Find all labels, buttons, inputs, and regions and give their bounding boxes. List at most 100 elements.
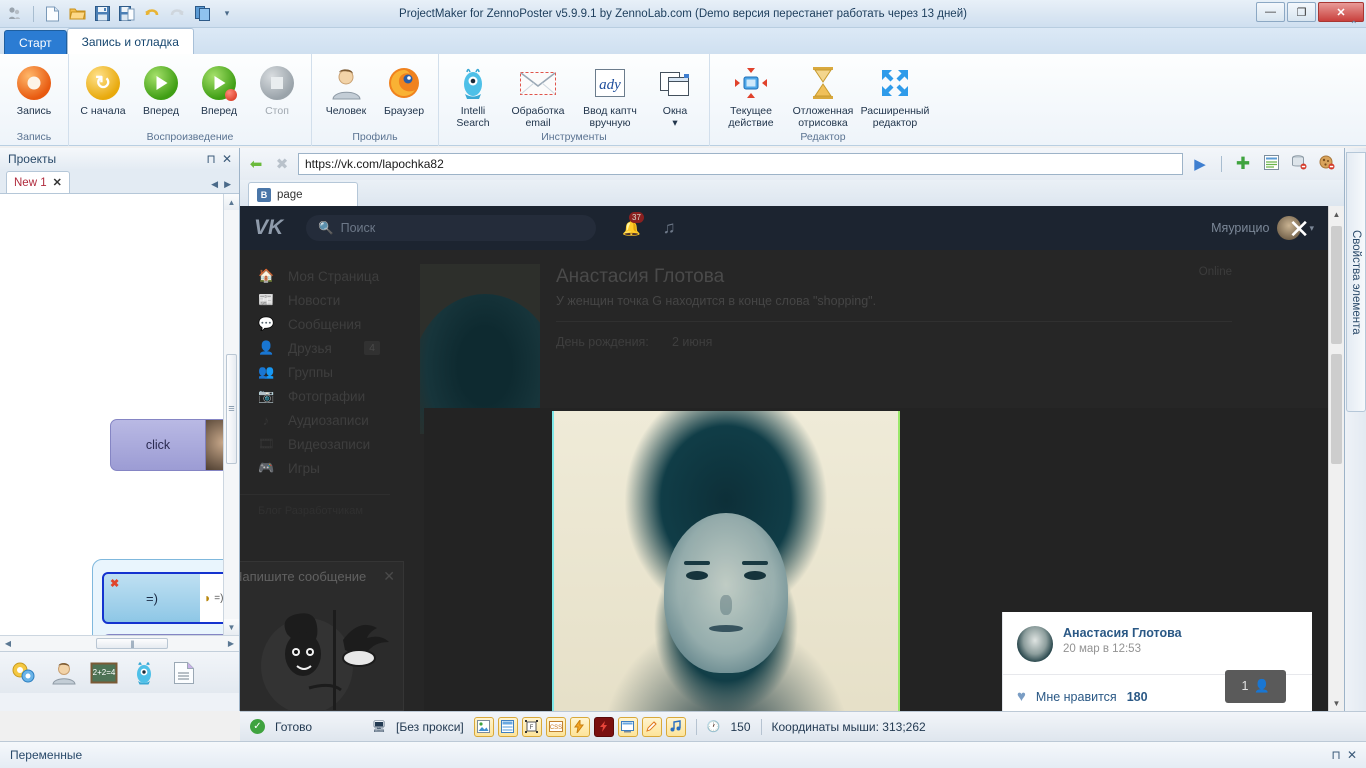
ribbon-collapse-icon[interactable]: ⌃ xyxy=(1350,20,1358,31)
play-step-button[interactable]: Вперед xyxy=(191,58,247,118)
restart-button[interactable]: ↻ С начала xyxy=(75,58,131,118)
vk-logo-icon[interactable]: VK xyxy=(254,216,306,240)
stop-icon[interactable]: ✖ xyxy=(272,155,292,173)
scroll-down-icon[interactable]: ▼ xyxy=(224,619,239,635)
toggle-frames-icon[interactable] xyxy=(497,716,518,737)
birthday-value[interactable]: 2 июня xyxy=(672,335,712,349)
tab-record-debug[interactable]: Запись и отладка xyxy=(66,28,194,54)
browser-viewport[interactable]: VK 🔍 Поиск 🔔 37 ♫ Мяурицио ▾ ✕ 🏠 Моя Стр… xyxy=(240,206,1344,711)
email-processing-button[interactable]: Обработка email xyxy=(503,58,573,129)
scroll-up-icon[interactable]: ▲ xyxy=(224,194,239,210)
copy-icon[interactable] xyxy=(191,3,213,25)
close-icon[interactable]: ✕ xyxy=(219,152,235,166)
sidebar-item-friends[interactable]: 👤 Друзья 4 xyxy=(240,336,390,360)
tab-prev-icon[interactable]: ◀ xyxy=(211,179,218,190)
music-icon[interactable]: ♫ xyxy=(663,218,676,238)
tab-element-properties[interactable]: Свойства элемента xyxy=(1346,152,1366,412)
close-overlay-icon[interactable]: ✕ xyxy=(1288,214,1310,245)
scroll-thumb-bottom[interactable] xyxy=(1331,354,1342,464)
save-icon[interactable] xyxy=(91,3,113,25)
notifications-icon[interactable]: 🔔 37 xyxy=(622,212,644,237)
undo-icon[interactable] xyxy=(141,3,163,25)
toggle-audio-icon[interactable] xyxy=(665,716,686,737)
close-icon[interactable]: ✕ xyxy=(1344,748,1360,762)
toggle-javascript-icon[interactable] xyxy=(569,716,590,737)
close-button[interactable]: ✕ xyxy=(1318,2,1364,22)
toggle-popups-icon[interactable] xyxy=(617,716,638,737)
sidebar-item-my-page[interactable]: 🏠 Моя Страница xyxy=(240,264,390,288)
current-action-button[interactable]: Текущее действие xyxy=(716,58,786,129)
captcha-input-button[interactable]: ady Ввод каптч вручную xyxy=(575,58,645,129)
browser-tab-page[interactable]: B page xyxy=(248,182,358,206)
clear-cache-icon[interactable] xyxy=(1288,154,1310,174)
avatar[interactable] xyxy=(1017,626,1053,662)
scroll-thumb-top[interactable] xyxy=(1331,226,1342,344)
photo-viewer-overlay[interactable]: Анастасия Глотова 20 мар в 12:53 ♥ Мне н… xyxy=(424,408,1328,711)
close-icon[interactable]: ✕ xyxy=(383,568,395,585)
vk-menu-footer[interactable]: Блог Разработчикам xyxy=(240,494,390,517)
post-author-name[interactable]: Анастасия Глотова xyxy=(1063,626,1182,640)
tab-next-icon[interactable]: ▶ xyxy=(224,179,231,190)
scroll-left-icon[interactable]: ◀ xyxy=(0,639,16,648)
scroll-thumb[interactable] xyxy=(226,354,237,464)
tab-start[interactable]: Старт xyxy=(4,30,67,54)
scroll-right-icon[interactable]: ▶ xyxy=(223,639,239,648)
vk-search-input[interactable]: 🔍 Поиск xyxy=(306,215,596,241)
photo-pager-badge[interactable]: 1 👤 xyxy=(1225,670,1286,703)
toggle-flash-frames-icon[interactable]: F xyxy=(521,716,542,737)
restore-button[interactable]: ❐ xyxy=(1287,2,1316,22)
sidebar-item-games[interactable]: 🎮 Игры xyxy=(240,456,390,480)
page-vertical-scrollbar[interactable]: ▲ ▼ xyxy=(1328,206,1344,711)
project-canvas[interactable]: click ✖ =) ◗ =) click Отп ▲ xyxy=(0,194,239,635)
toggle-styles-icon[interactable] xyxy=(641,716,662,737)
new-file-icon[interactable] xyxy=(41,3,63,25)
scroll-up-icon[interactable]: ▲ xyxy=(1329,206,1344,222)
toggle-css-icon[interactable]: CSS xyxy=(545,716,566,737)
flow-block-click-1[interactable]: click xyxy=(110,419,239,471)
intelli-search-button[interactable]: Intelli Search xyxy=(445,58,501,129)
advanced-editor-button[interactable]: Расширенный редактор xyxy=(860,58,930,129)
stop-button[interactable]: Стоп xyxy=(249,58,305,118)
clear-cookies-icon[interactable] xyxy=(1316,155,1338,174)
canvas-vertical-scrollbar[interactable]: ▲ ▼ xyxy=(223,194,239,635)
customize-qat-icon[interactable]: ▾ xyxy=(216,3,238,25)
flow-block-emoji[interactable]: ✖ =) ◗ =) xyxy=(102,572,239,624)
browser-button[interactable]: Браузер xyxy=(376,58,432,118)
go-icon[interactable]: ▶ xyxy=(1189,155,1211,173)
hscroll-thumb[interactable] xyxy=(96,638,168,649)
toggle-images-icon[interactable] xyxy=(473,716,494,737)
math-blackboard-icon[interactable]: 2+2=4 xyxy=(90,659,118,687)
play-button[interactable]: Вперед xyxy=(133,58,189,118)
page-source-icon[interactable] xyxy=(1260,154,1282,174)
sidebar-item-groups[interactable]: 👥 Группы xyxy=(240,360,390,384)
pin-icon[interactable]: ⊓ xyxy=(1328,748,1344,762)
pin-icon[interactable]: ⊓ xyxy=(203,152,219,166)
sidebar-item-audio[interactable]: ♪ Аудиозаписи xyxy=(240,408,390,432)
url-input[interactable]: https://vk.com/lapochka82 xyxy=(298,153,1183,175)
sidebar-item-photos[interactable]: 📷 Фотографии xyxy=(240,384,390,408)
person-profile-icon[interactable] xyxy=(50,659,78,687)
sidebar-item-news[interactable]: 📰 Новости xyxy=(240,288,390,312)
canvas-horizontal-scrollbar[interactable]: ◀ ▶ xyxy=(0,635,239,651)
intelli-bot-icon[interactable] xyxy=(130,659,158,687)
scroll-down-icon[interactable]: ▼ xyxy=(1329,695,1344,711)
toggle-flash-icon[interactable] xyxy=(593,716,614,737)
project-tab-close-icon[interactable]: ✕ xyxy=(53,176,62,189)
list-document-icon[interactable] xyxy=(170,659,198,687)
sidebar-item-video[interactable]: 🎞 Видеозаписи xyxy=(240,432,390,456)
save-as-icon[interactable] xyxy=(116,3,138,25)
minimize-button[interactable]: — xyxy=(1256,2,1285,22)
person-button[interactable]: Человек xyxy=(318,58,374,118)
project-tab-new1[interactable]: New 1 ✕ xyxy=(6,171,70,193)
windows-button[interactable]: Окна ▾ xyxy=(647,58,703,129)
deferred-render-button[interactable]: Отложенная отрисовка xyxy=(788,58,858,129)
proxy-status[interactable]: [Без прокси] xyxy=(396,720,464,734)
add-tab-icon[interactable]: ✚ xyxy=(1232,154,1254,174)
photo-viewer-image[interactable] xyxy=(552,411,900,711)
sidebar-item-messages[interactable]: 💬 Сообщения xyxy=(240,312,390,336)
redo-icon[interactable] xyxy=(166,3,188,25)
record-button[interactable]: Запись xyxy=(6,58,62,118)
open-folder-icon[interactable] xyxy=(66,3,88,25)
settings-gears-icon[interactable] xyxy=(10,659,38,687)
app-menu-icon[interactable] xyxy=(4,3,26,25)
